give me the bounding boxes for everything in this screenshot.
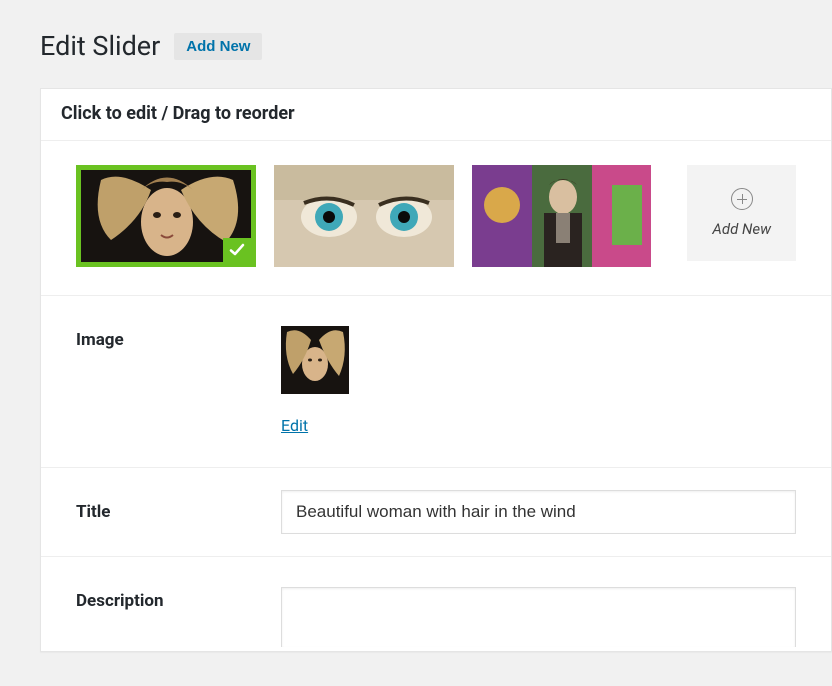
image-preview[interactable] [281, 326, 349, 394]
field-description: Description [41, 557, 831, 651]
page-title: Edit Slider [40, 30, 160, 62]
panel-instruction: Click to edit / Drag to reorder [41, 89, 831, 140]
slide-thumbnail[interactable] [472, 165, 652, 267]
field-title: Title [41, 468, 831, 557]
add-slide-tile[interactable]: Add New [687, 165, 796, 261]
description-input[interactable] [281, 587, 796, 647]
selected-check-icon [223, 238, 251, 262]
thumbnail-strip: Add New [41, 140, 831, 296]
slide-image-3 [472, 165, 652, 267]
add-new-button[interactable]: Add New [174, 33, 262, 60]
field-description-label: Description [76, 587, 281, 611]
field-title-label: Title [76, 502, 281, 522]
field-image: Image Edit [41, 296, 831, 468]
slider-panel: Click to edit / Drag to reorder [40, 88, 832, 652]
slide-thumbnail[interactable] [274, 165, 454, 267]
title-input[interactable] [281, 490, 796, 534]
plus-icon [731, 188, 753, 210]
field-image-label: Image [76, 326, 281, 350]
page-header: Edit Slider Add New [40, 30, 832, 62]
slide-thumbnail[interactable] [76, 165, 256, 267]
edit-image-link[interactable]: Edit [281, 416, 308, 435]
add-slide-label: Add New [712, 220, 771, 238]
slide-image-2 [274, 165, 454, 267]
